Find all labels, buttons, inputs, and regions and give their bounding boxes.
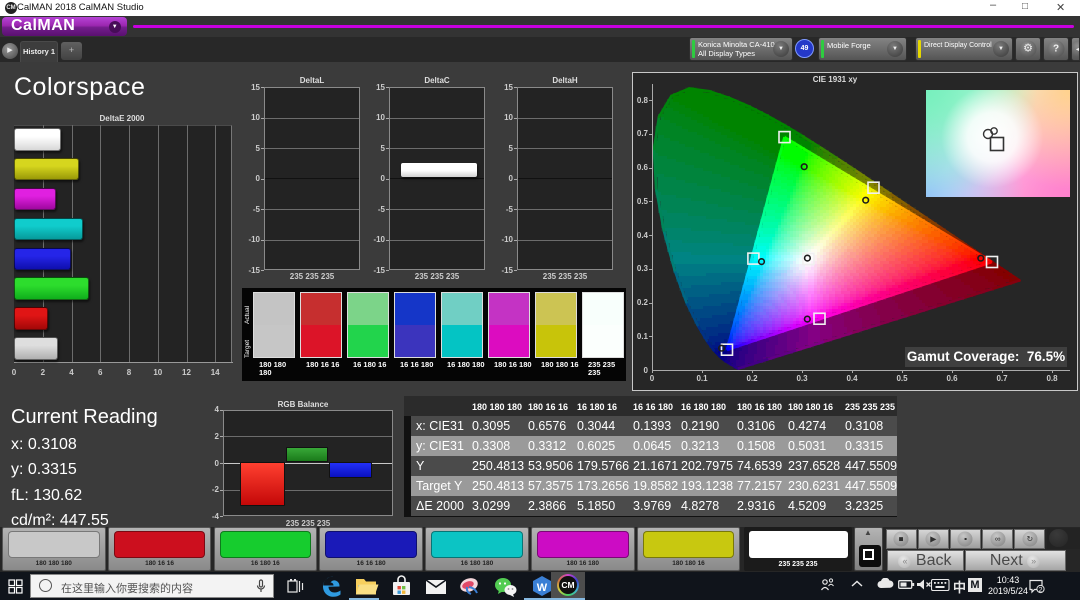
svg-text:2: 2: [1038, 585, 1042, 594]
svg-text:W: W: [537, 582, 548, 594]
